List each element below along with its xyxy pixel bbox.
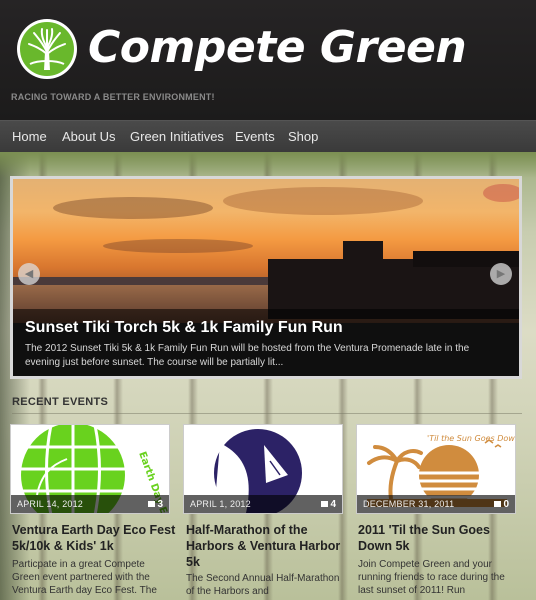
- slider-prev-button[interactable]: ◀: [18, 263, 40, 285]
- forest-canopy: [0, 152, 536, 178]
- comment-count[interactable]: 3: [148, 499, 163, 510]
- slide-cloud: [483, 184, 519, 202]
- slide-title[interactable]: Sunset Tiki Torch 5k & 1k Family Fun Run: [25, 319, 343, 337]
- comment-icon: [494, 501, 502, 508]
- compete-green-logo[interactable]: [16, 18, 78, 80]
- comment-icon: [321, 501, 329, 508]
- nav-item-green-initiatives[interactable]: Green Initiatives: [130, 129, 224, 144]
- slide-pier-tower: [343, 241, 383, 263]
- site-tagline: RACING TOWARD A BETTER ENVIRONMENT!: [11, 92, 215, 102]
- nav-item-about-us[interactable]: About Us: [62, 129, 115, 144]
- comment-count[interactable]: 0: [494, 499, 509, 510]
- slider-next-button[interactable]: ▶: [490, 263, 512, 285]
- event-title[interactable]: 2011 'Til the Sun Goes Down 5k: [358, 522, 518, 554]
- event-card-earth-day[interactable]: Earth Day Eco APRIL 14, 2012 3: [10, 424, 170, 514]
- nav-item-events[interactable]: Events: [235, 129, 275, 144]
- slide-cloud: [53, 197, 213, 219]
- recent-events-heading: RECENT EVENTS: [12, 396, 109, 408]
- event-excerpt: Particpate in a great Compete Green even…: [12, 559, 157, 596]
- slide-description: The 2012 Sunset Tiki 5k & 1k Family Fun …: [25, 343, 470, 368]
- comment-count[interactable]: 4: [321, 499, 336, 510]
- event-card-half-marathon[interactable]: APRIL 1, 2012 4: [183, 424, 343, 514]
- event-excerpt: Join Compete Green and your running frie…: [358, 559, 505, 596]
- sun-image-text: 'Til the Sun Goes Down: [427, 434, 515, 443]
- event-date: APRIL 1, 2012: [190, 499, 251, 509]
- main-nav: Home About Us Green Initiatives Events S…: [0, 120, 536, 152]
- event-date: DECEMBER 31, 2011: [363, 499, 455, 509]
- arrow-right-icon: ▶: [496, 268, 506, 280]
- site-title[interactable]: Compete Green: [88, 22, 467, 73]
- nav-item-shop[interactable]: Shop: [288, 129, 318, 144]
- event-title[interactable]: Ventura Earth Day Eco Fest 5k/10k & Kids…: [12, 522, 176, 554]
- event-card-til-the-sun[interactable]: 'Til the Sun Goes Down DECEMBER 31, 2011…: [356, 424, 516, 514]
- arrow-left-icon: ◀: [24, 268, 34, 280]
- slide-image-sunset-harbor[interactable]: Sunset Tiki Torch 5k & 1k Family Fun Run…: [13, 179, 519, 376]
- slide-cloud: [103, 239, 253, 253]
- event-title[interactable]: Half-Marathon of the Harbors & Ventura H…: [186, 522, 350, 570]
- nav-item-home[interactable]: Home: [12, 129, 47, 144]
- site-header: Compete Green RACING TOWARD A BETTER ENV…: [0, 0, 536, 120]
- comment-icon: [148, 501, 156, 508]
- event-excerpt: The Second Annual Half-Marathon of the H…: [186, 573, 340, 597]
- slide-cloud: [223, 187, 423, 215]
- event-date: APRIL 14, 2012: [17, 499, 84, 509]
- featured-slider[interactable]: Sunset Tiki Torch 5k & 1k Family Fun Run…: [10, 176, 522, 379]
- section-divider: [12, 413, 522, 414]
